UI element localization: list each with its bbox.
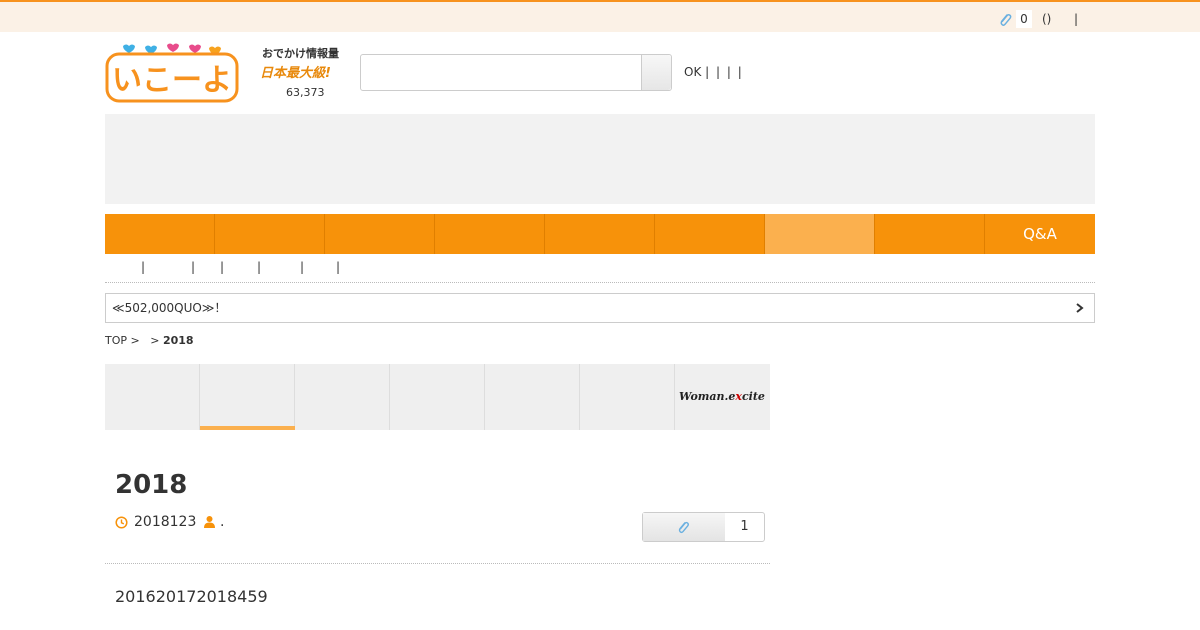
tab-1[interactable] [105,364,200,430]
paperclip-icon [678,521,689,534]
header-link-sep-1: | [716,65,721,79]
clip-count[interactable]: 0 [1016,10,1032,28]
tab-woman-excite[interactable]: Woman.excite [675,364,770,430]
clip-button-count: 1 [740,519,749,534]
tab-4[interactable] [390,364,485,430]
article-date: 2018123 [134,514,197,530]
tab-2-active[interactable] [200,364,295,430]
search-box [360,54,672,91]
tagline: おでかけ情報量 [262,47,339,60]
breadcrumb-current: 2018 [162,334,194,347]
nav-item-7-active[interactable] [765,214,875,254]
campaign-banner[interactable]: ≪502,000QUO≫！ [105,293,1095,323]
biggest-badge: 日本最大級! [260,66,331,81]
nav-item-2[interactable] [215,214,325,254]
breadcrumb: TOP > > 2018 [105,334,194,347]
article-divider [105,563,770,564]
top-bar: 0 () | [0,0,1200,32]
sub-link-sep-4: | [257,260,262,274]
user-icon [204,516,215,528]
logo-text: いこーよ [112,63,232,98]
chevron-right-icon [1076,303,1084,313]
nav-item-4[interactable] [435,214,545,254]
woman-excite-logo: Woman.excite [679,390,765,403]
nav-item-6[interactable] [655,214,765,254]
search-input[interactable] [361,55,641,90]
nav-item-5[interactable] [545,214,655,254]
clip-button-icon-area[interactable] [643,513,725,541]
tab-3[interactable] [295,364,390,430]
article-author[interactable]: . [220,514,224,530]
spot-count: 63,373 [286,86,325,99]
article-title: 2018 [115,470,188,500]
article-body: 201620172018459 [115,587,268,606]
breadcrumb-sep-1: > [130,334,140,347]
sub-link-sep-2: | [191,260,196,274]
header-links: OK | | | | [684,65,745,79]
header-link-sep-3: | [737,65,742,79]
nav-item-8[interactable] [875,214,985,254]
category-tabs: Woman.excite [105,364,770,430]
nav-item-1[interactable] [105,214,215,254]
campaign-text: ≪502,000QUO≫！ [112,301,227,315]
topbar-paren-link[interactable]: () [1042,10,1051,28]
topbar-separator: | [1074,12,1079,26]
sub-link-sep-1: | [141,260,146,274]
breadcrumb-top[interactable]: TOP [105,334,127,347]
header-link-ok[interactable]: OK | [684,65,709,79]
site-logo[interactable]: いこーよ [105,42,240,104]
sub-links: | | | | | | [105,258,1095,283]
tab-6[interactable] [580,364,675,430]
header-link-sep-2: | [726,65,731,79]
paperclip-icon[interactable] [998,12,1012,28]
sub-link-sep-5: | [300,260,305,274]
clock-icon [115,516,128,529]
main-nav: Q&A [105,214,1095,254]
nav-item-3[interactable] [325,214,435,254]
sub-link-sep-3: | [220,260,225,274]
breadcrumb-sep-2: > [150,334,160,347]
search-button[interactable] [641,55,671,90]
clip-button[interactable]: 1 [642,512,765,542]
sub-link-sep-6: | [336,260,341,274]
ad-banner[interactable] [105,114,1095,204]
nav-item-qa[interactable]: Q&A [985,214,1095,254]
tab-5[interactable] [485,364,580,430]
